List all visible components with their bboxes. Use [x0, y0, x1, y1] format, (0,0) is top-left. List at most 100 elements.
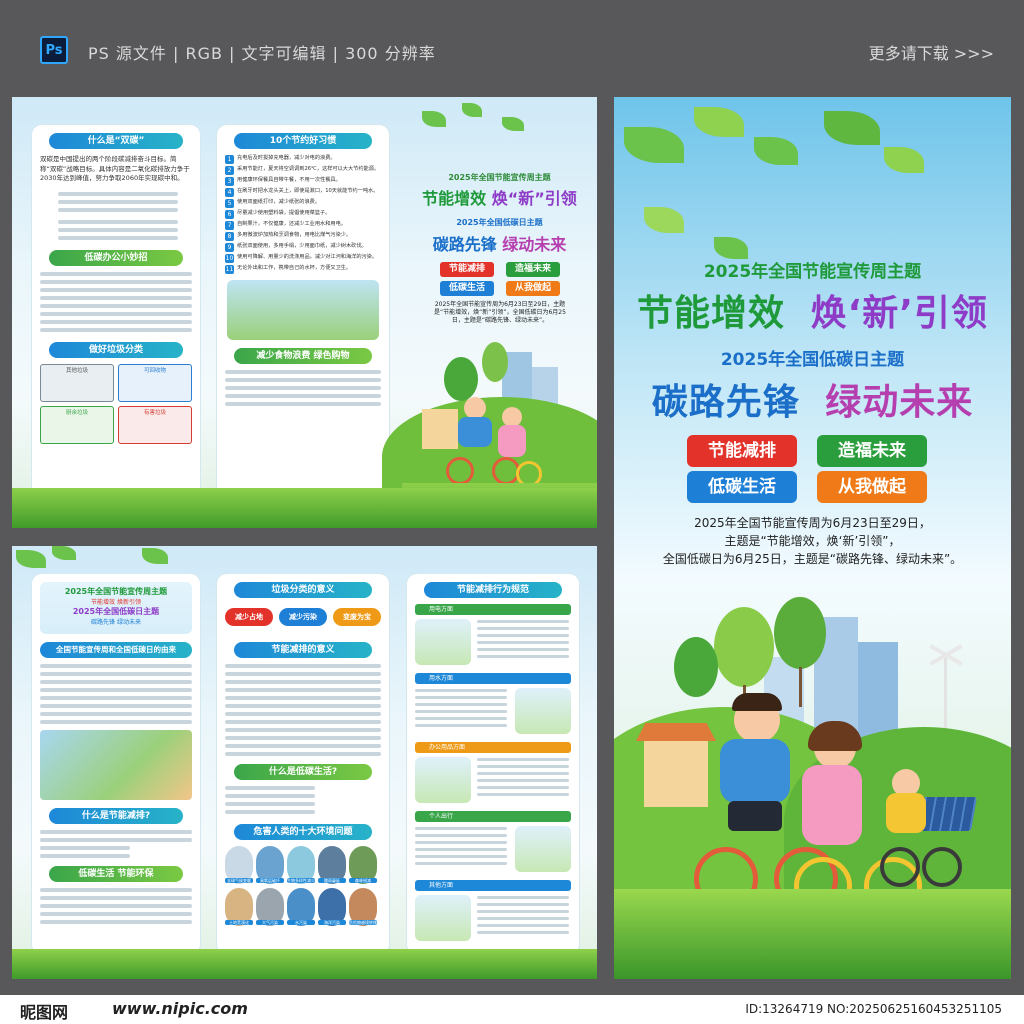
- norm-illustration: [515, 688, 571, 734]
- card-what-is-dual-carbon: 什么是“双碳” 双碳是中国提出的两个阶段碳减排奋斗目标。简称“双碳”战略目标。具…: [32, 125, 200, 500]
- mini-title-1: 2025年全国节能宣传周主题: [448, 173, 551, 182]
- pill-benefit-future: 造福未来: [817, 435, 927, 467]
- card-title: 节能减排行为规范: [424, 582, 562, 598]
- community-photo: [40, 730, 192, 800]
- environment-problem-label: 酸雨蔓延: [318, 878, 346, 883]
- cover-intro-3: 全国低碳日为6月25日，主题是“碳路先锋、绿动未来”。: [662, 552, 963, 566]
- environment-problem-label: 海洋污染: [318, 920, 346, 925]
- norm-section: 用电方面: [415, 604, 571, 668]
- norm-section-list: 用电方面用水方面 办公用品方面个人出行其他方面: [407, 604, 579, 944]
- habit-number-badge: 4: [225, 188, 234, 197]
- card-title: 全国节能宣传周和全国低碳日的由来: [40, 642, 192, 658]
- habit-text: 使用双面纸打印，减少纸张的浪费。: [237, 199, 321, 205]
- card-title: 低碳生活 节能环保: [48, 866, 184, 882]
- cover-title-1: 2025年全国节能宣传周主题: [703, 262, 922, 282]
- family-cycling-illustration: [442, 397, 562, 492]
- habit-number-badge: 6: [225, 210, 234, 219]
- environment-problem-tile: 危险物越境转移: [349, 888, 377, 926]
- card-meaning: 垃圾分类的意义 减少占地 减少污染 变废为宝 节能减排的意义 什么是低碳生活? …: [217, 574, 389, 954]
- environment-problem-tile: 大气污染: [256, 888, 284, 926]
- environment-problem-tile: 海洋污染: [318, 888, 346, 926]
- card-title: 什么是“双碳”: [48, 133, 184, 149]
- card-title: 危害人类的十大环境问题: [234, 824, 372, 840]
- habit-item: 6 尽量减少使用塑料袋，提倡使用菜篮子。: [225, 210, 381, 219]
- brochure-panel-b: 2025年全国节能宣传周主题 节能增效 焕新引领 2025年全国低碳日主题 碳路…: [12, 546, 597, 979]
- habit-text: 尽量减少使用塑料袋，提倡使用菜篮子。: [237, 210, 331, 216]
- bin-label: 厨余垃圾: [65, 409, 88, 416]
- card-title-office: 低碳办公小妙招: [48, 249, 184, 266]
- tag-reduce-pollution: 减少污染: [279, 608, 327, 626]
- environment-problem-label: 全球气候变暖: [225, 878, 253, 883]
- habit-item: 11 无论外出和工作，携带自己的水杯，方便又卫生。: [225, 265, 381, 274]
- card-saving-habits: 10个节约好习惯 1 充电后及时拔掉充电器，减少对电的浪费。 2 采用节能灯，夏天将空…: [217, 125, 389, 500]
- photoshop-icon: Ps: [40, 36, 68, 64]
- environment-problem-tile: 臭氧层破坏: [256, 846, 284, 884]
- norm-section-title: 用电方面: [415, 604, 571, 615]
- earth-hands-illustration: [227, 280, 379, 340]
- banner-themes: 2025年全国节能宣传周主题 节能增效 焕新引领 2025年全国低碳日主题 碳路…: [40, 582, 192, 634]
- mini-pill-red: 节能减排: [440, 262, 494, 277]
- environment-problem-tile: 酸雨蔓延: [318, 846, 346, 884]
- habit-number-badge: 7: [225, 221, 234, 230]
- environment-problem-label: 水污染: [287, 920, 315, 925]
- norm-section-title: 个人出行: [415, 811, 571, 822]
- environment-problem-tile: 土地荒漠化: [225, 888, 253, 926]
- habit-item: 3 用健康环保餐具自带午餐，不用一次性餐具。: [225, 177, 381, 186]
- card-subtitle: 减少食物浪费 绿色购物: [234, 348, 372, 364]
- environment-problem-tile: 水污染: [287, 888, 315, 926]
- norm-section: 其他方面: [415, 880, 571, 944]
- habit-number-badge: 3: [225, 177, 234, 186]
- mini-slogan-2: 碳路先锋 绿动未来: [432, 235, 567, 254]
- environment-problem-label: 生物多样性减少: [287, 878, 315, 883]
- norm-section: 个人出行: [415, 811, 571, 875]
- card-title: 什么是节能减排?: [48, 808, 184, 824]
- mini-pill-green: 造福未来: [506, 262, 560, 277]
- top-info-bar: Ps PS 源文件 | RGB | 文字可编辑 | 300 分辨率 更多请下载 …: [0, 0, 1024, 70]
- card-behavior-norms: 节能减排行为规范 用电方面用水方面 办公用品方面个人出行其他方面: [407, 574, 579, 954]
- habit-item: 8 多用微波炉加热和烹调食物，用电比煤气污染少。: [225, 232, 381, 241]
- habit-number-badge: 11: [225, 265, 234, 274]
- family-cycling-illustration: [674, 693, 974, 917]
- environment-problem-label: 大气污染: [256, 920, 284, 925]
- pill-energy-saving: 节能减排: [687, 435, 797, 467]
- environment-problem-tile: 森林锐减: [349, 846, 377, 884]
- habit-number-badge: 2: [225, 166, 234, 175]
- habit-text: 充电后及时拔掉充电器，减少对电的浪费。: [237, 155, 336, 161]
- habit-item: 4 在刷牙时把水龙头关上，即使是漱口，10天就能节约一吨水。: [225, 188, 381, 197]
- habit-number-badge: 1: [225, 155, 234, 164]
- habit-number-badge: 5: [225, 199, 234, 208]
- norm-section: 办公用品方面: [415, 742, 571, 806]
- pill-start-with-me: 从我做起: [817, 471, 927, 503]
- norm-illustration: [415, 619, 471, 665]
- brand-url[interactable]: www.nipic.com: [112, 999, 248, 1018]
- card-origin: 2025年全国节能宣传周主题 节能增效 焕新引领 2025年全国低碳日主题 碳路…: [32, 574, 200, 954]
- habit-text: 在刷牙时把水龙头关上，即使是漱口，10天就能节约一吨水。: [237, 188, 379, 194]
- habit-item: 7 自制果汁，不仅健康，还减少工业用水和用电。: [225, 221, 381, 230]
- norm-illustration: [415, 895, 471, 941]
- habit-item: 2 采用节能灯，夏天将空调调到26℃，这样可以大大节约能源。: [225, 166, 381, 175]
- habit-number-badge: 9: [225, 243, 234, 252]
- cover-mini: 2025年全国节能宣传周主题 节能增效 焕“新”引领 2025年全国低碳日主题 …: [382, 97, 597, 528]
- bin-label: 有害垃圾: [143, 409, 166, 416]
- cover-title-2: 2025年全国低碳日主题: [720, 350, 905, 370]
- tag-reduce-land: 减少占地: [225, 608, 273, 626]
- more-download-link[interactable]: 更多请下载 >>>: [869, 40, 994, 64]
- cover-intro-2: 主题是“节能增效，焕‘新’引领”，: [724, 534, 901, 548]
- habit-text: 多用微波炉加热和烹调食物，用电比煤气污染少。: [237, 232, 352, 238]
- bin-label: 其他垃圾: [65, 367, 88, 374]
- habit-text: 自制果汁，不仅健康，还减少工业用水和用电。: [237, 221, 346, 227]
- habit-number-badge: 10: [225, 254, 234, 263]
- habit-item: 5 使用双面纸打印，减少纸张的浪费。: [225, 199, 381, 208]
- mini-intro: 2025年全国节能宣传周为6月23日至29日，主题是“节能增效，焕“新”引领”，…: [434, 301, 566, 324]
- card-intro-text: 双碳是中国提出的两个阶段碳减排奋斗目标。简称“双碳”战略目标。具体内容是二氧化碳…: [40, 155, 190, 182]
- cover-intro-1: 2025年全国节能宣传周为6月23日至29日，: [694, 516, 931, 530]
- mini-pill-orange: 从我做起: [506, 281, 560, 296]
- norm-section: 用水方面: [415, 673, 571, 737]
- habit-text: 用健康环保餐具自带午餐，不用一次性餐具。: [237, 177, 341, 183]
- habit-item: 10 使用可降解、用量少的洗涤用品，减少对江河和海洋的污染。: [225, 254, 381, 263]
- card-title-sorting: 做好垃圾分类: [48, 341, 184, 358]
- cover-slogan-2: 碳路先锋 绿动未来: [651, 382, 974, 423]
- environment-problem-tile: 生物多样性减少: [287, 846, 315, 884]
- bin-label: 可回收物: [143, 367, 166, 374]
- norm-illustration: [415, 757, 471, 803]
